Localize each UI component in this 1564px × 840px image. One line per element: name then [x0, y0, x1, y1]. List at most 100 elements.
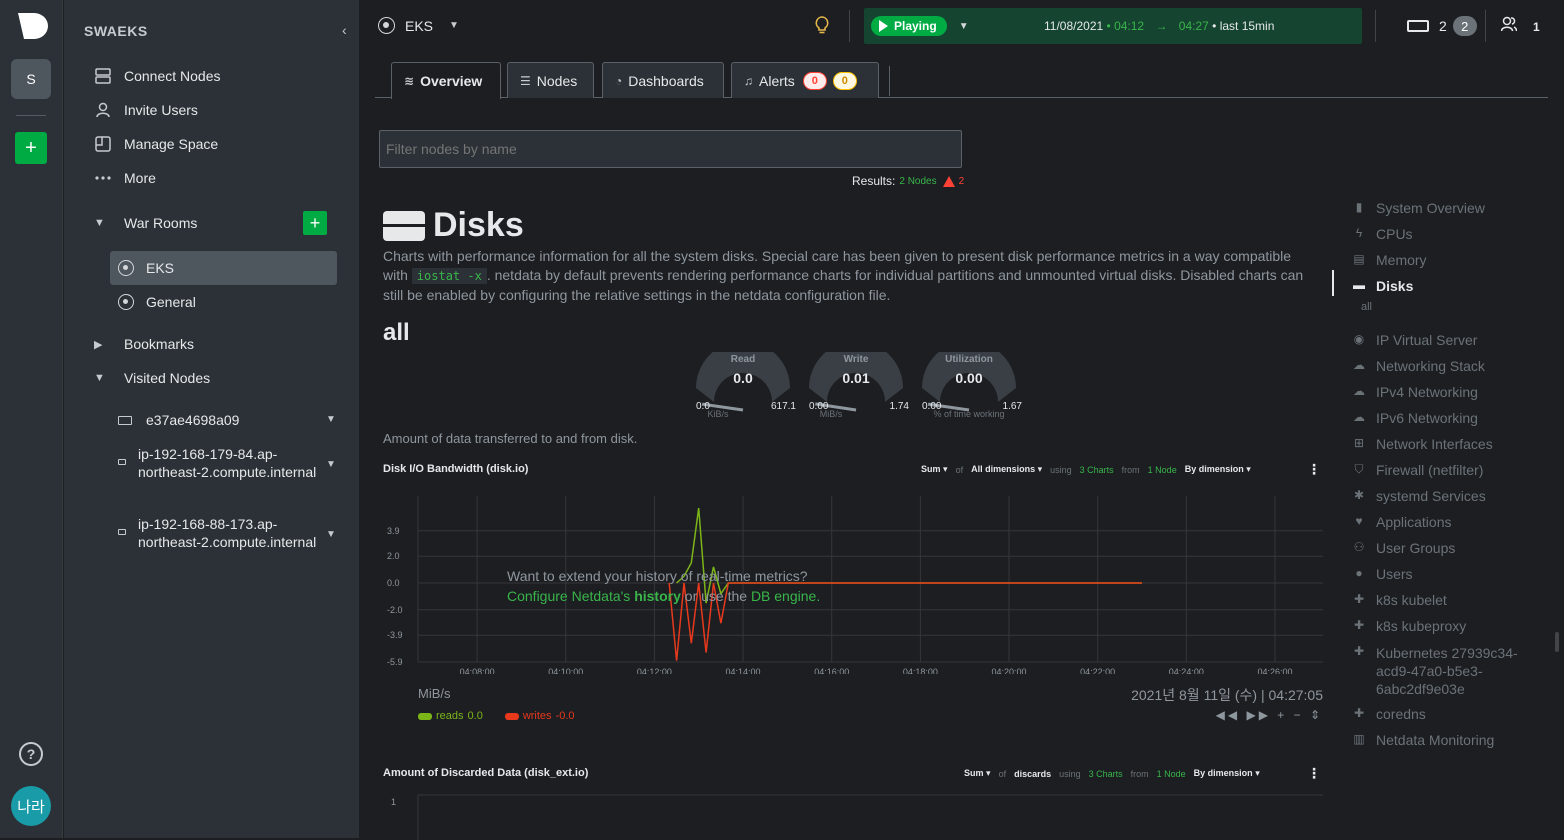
visited-node-item[interactable]: ip-192-168-88-173.ap-northeast-2.compute… [118, 515, 338, 551]
toc-item[interactable]: ▬ Disks [1352, 278, 1413, 294]
gauge-title: Write [843, 354, 869, 365]
toc-item[interactable]: ✚ k8s kubelet [1352, 592, 1447, 608]
war-rooms-section[interactable]: ▼ War Rooms [94, 212, 197, 234]
charts-count[interactable]: 3 Charts [1080, 465, 1114, 475]
toc-item[interactable]: ⚇ User Groups [1352, 540, 1456, 556]
tab-alerts[interactable]: ♫ Alerts 0 0 [731, 62, 879, 98]
toc-item[interactable]: ▤ Memory [1352, 252, 1426, 268]
toc-item[interactable]: ◉ IP Virtual Server [1352, 332, 1478, 348]
db-engine-link[interactable]: DB engine. [751, 588, 820, 604]
dimensions-select[interactable]: discards [1014, 769, 1051, 779]
toc-item-label: Network Interfaces [1376, 436, 1493, 452]
charts-count[interactable]: 3 Charts [1089, 769, 1123, 779]
netdata-logo-icon[interactable] [16, 13, 48, 39]
results-alerts[interactable]: 2 [959, 176, 965, 187]
tab-overview[interactable]: ≋ Overview [391, 62, 501, 99]
more-icon [94, 169, 112, 187]
lightbulb-icon[interactable] [815, 16, 829, 39]
overview-icon: ≋ [404, 74, 415, 88]
visited-node-name: ip-192-168-88-173.ap-northeast-2.compute… [138, 516, 317, 550]
nodes-indicator[interactable]: 2 2 [1407, 16, 1477, 36]
toc-item-label: coredns [1376, 706, 1426, 722]
invite-users-link[interactable]: Invite Users [94, 99, 198, 121]
toc-item[interactable]: ▮ System Overview [1352, 200, 1485, 216]
kebab-menu-icon[interactable]: ⋮ [1307, 765, 1321, 782]
aggregation-select[interactable]: Sum ▾ [921, 464, 948, 475]
chevron-down-icon[interactable]: ▼ [326, 459, 338, 470]
war-room-label: EKS [146, 260, 175, 276]
kebab-menu-icon[interactable]: ⋮ [1307, 461, 1321, 478]
amount-description: Amount of data transferred to and from d… [383, 431, 638, 446]
bookmarks-section[interactable]: ▶ Bookmarks [94, 333, 194, 355]
write-gauge[interactable]: Write 0.01 0.00 1.74 MiB/s [801, 352, 911, 422]
discarded-data-chart[interactable]: 1 [383, 790, 1324, 840]
space-title: SWAEKS [84, 23, 148, 39]
toc-item[interactable]: ● Users [1352, 566, 1412, 582]
nodes-count-link[interactable]: 1 Node [1148, 465, 1177, 475]
x-tick-label: 04:08:00 [460, 667, 495, 674]
connect-nodes-link[interactable]: Connect Nodes [94, 65, 221, 87]
chevron-down-icon[interactable]: ▼ [326, 529, 338, 540]
add-space-button[interactable]: + [15, 132, 47, 164]
toc-item[interactable]: ⊞ Network Interfaces [1352, 436, 1493, 452]
toc-item[interactable]: ⛉ Firewall (netfilter) [1352, 462, 1483, 478]
top-bar: EKS ▼ Playing ▼ 11/08/2021 • 04:12 → 04:… [359, 0, 1564, 52]
visited-node-item[interactable]: e37ae4698a09 ▼ [118, 411, 338, 429]
toc-item[interactable]: ✚ coredns [1352, 706, 1426, 722]
visited-node-item[interactable]: ip-192-168-179-84.ap-northeast-2.compute… [118, 445, 338, 481]
sitemap-icon: ⊞ [1353, 436, 1365, 450]
collapse-sidebar-icon[interactable]: ‹ [342, 22, 347, 38]
group-by-select[interactable]: By dimension ▾ [1185, 464, 1251, 475]
add-war-room-button[interactable]: + [303, 211, 327, 235]
chevron-down-icon[interactable]: ▼ [326, 414, 338, 425]
time-range[interactable]: 11/08/2021 • 04:12 → 04:27 • last 15min [1044, 19, 1274, 33]
help-icon[interactable]: ? [19, 742, 43, 766]
cloud-icon: ☁ [1353, 384, 1365, 398]
filter-nodes-input[interactable] [379, 130, 962, 168]
toc-item[interactable]: ϟ CPUs [1352, 226, 1413, 242]
toc-sub-item[interactable]: all [1361, 301, 1372, 313]
utilization-gauge[interactable]: Utilization 0.00 0.00 1.67 % of time wor… [914, 352, 1024, 422]
toc-item[interactable]: ♥ Applications [1352, 514, 1452, 530]
more-link[interactable]: More [94, 167, 156, 189]
toc-item[interactable]: ✱ systemd Services [1352, 488, 1486, 504]
tab-dashboards[interactable]: ◔ Dashboards [602, 62, 724, 98]
writes-swatch[interactable] [504, 712, 519, 720]
legend-writes-name[interactable]: writes [523, 710, 552, 722]
disk-icon [383, 210, 425, 241]
results-nodes[interactable]: 2 Nodes [899, 176, 936, 187]
toc-item[interactable]: ☁ Networking Stack [1352, 358, 1485, 374]
manage-icon [94, 135, 112, 153]
toc-item[interactable]: ✚ k8s kubeproxy [1352, 618, 1466, 634]
toc-item-label: systemd Services [1376, 488, 1486, 504]
manage-space-link[interactable]: Manage Space [94, 133, 218, 155]
users-indicator[interactable]: 1 [1500, 16, 1540, 37]
chevron-down-icon[interactable]: ▼ [959, 21, 969, 32]
toc-item[interactable]: ✚ Kubernetes 27939c34-acd9-47a0-b5e3-6abc… [1352, 644, 1536, 698]
user-avatar[interactable]: 나라 [11, 786, 51, 826]
history-link[interactable]: history [634, 588, 681, 604]
reads-swatch[interactable] [418, 712, 432, 720]
cogs-icon: ✱ [1353, 488, 1365, 502]
y-tick-label: 0.0 [387, 578, 400, 588]
nodes-count-link[interactable]: 1 Node [1157, 769, 1186, 779]
time-player[interactable]: Playing ▼ 11/08/2021 • 04:12 → 04:27 • l… [864, 8, 1362, 44]
war-room-eks[interactable]: EKS [110, 251, 337, 285]
dimensions-select[interactable]: All dimensions ▾ [971, 464, 1042, 475]
play-button[interactable]: Playing [871, 16, 947, 36]
visited-nodes-section[interactable]: ▼ Visited Nodes [94, 367, 210, 389]
aggregation-select[interactable]: Sum ▾ [964, 768, 991, 779]
chart-navigation-controls[interactable]: ◀◀ ▶▶ + − ⇕ [1216, 708, 1323, 722]
toc-item[interactable]: ☁ IPv6 Networking [1352, 410, 1478, 426]
toc-item-label: Netdata Monitoring [1376, 732, 1495, 748]
toc-item[interactable]: ▥ Netdata Monitoring [1352, 732, 1494, 748]
scrollbar[interactable] [1555, 632, 1559, 652]
room-selector[interactable]: EKS ▼ [378, 17, 459, 34]
toc-item[interactable]: ☁ IPv4 Networking [1352, 384, 1478, 400]
space-avatar[interactable]: S [11, 59, 51, 99]
tab-nodes[interactable]: ☰ Nodes [507, 62, 594, 98]
war-room-general[interactable]: General [110, 285, 337, 319]
legend-reads-name[interactable]: reads [436, 710, 464, 722]
toc-item-label: Applications [1376, 514, 1452, 530]
group-by-select[interactable]: By dimension ▾ [1194, 768, 1260, 779]
